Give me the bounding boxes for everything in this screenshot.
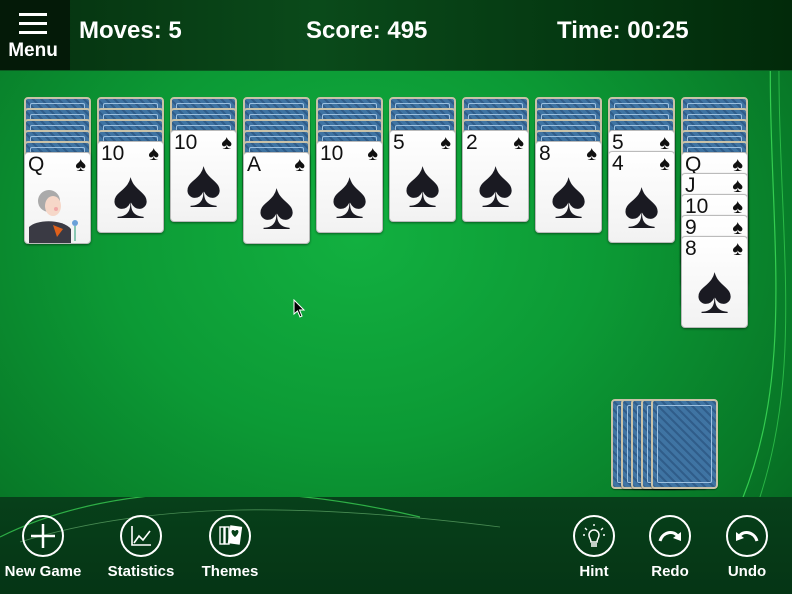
statistics-button[interactable]: Statistics [96,515,186,580]
undo-button[interactable]: Undo [702,515,792,580]
spade-icon: ♠ [75,154,86,176]
undo-label: Undo [727,563,767,580]
chart-icon [131,526,151,546]
playing-card[interactable]: 2 ♠ ♠ [462,130,529,222]
new-game-button[interactable]: New Game [0,515,88,580]
spade-icon: ♠ [331,157,368,233]
spade-icon: ♠ [112,157,149,233]
undo-icon [736,531,759,542]
playing-card[interactable]: A ♠ ♠ [243,152,310,244]
spade-icon: ♠ [185,146,222,222]
spade-icon: ♠ [258,168,295,244]
moves-counter: Moves: 5 [79,17,182,44]
playing-card[interactable]: 10 ♠ ♠ [170,130,237,222]
themes-button[interactable]: Themes [185,515,275,580]
cards-icon [219,525,243,545]
redo-icon [658,531,681,542]
playing-card[interactable]: 10 ♠ ♠ [97,141,164,233]
playing-card[interactable]: 8 ♠ ♠ [535,141,602,233]
stock-card[interactable] [651,399,718,489]
statistics-label: Statistics [107,563,175,580]
spade-icon: ♠ [623,167,660,243]
stock-pile[interactable] [611,399,721,491]
top-bar: Menu Moves: 5 Score: 495 Time: 00:25 [0,0,792,71]
playing-card[interactable]: 4 ♠ ♠ [608,151,675,243]
mouse-cursor-icon [293,299,306,318]
spade-icon: ♠ [404,146,441,222]
new-game-label: New Game [4,563,82,580]
spade-icon: ♠ [477,146,514,222]
queen-portrait [27,179,88,243]
playing-card[interactable]: 8 ♠ ♠ [681,236,748,328]
playing-card[interactable]: 5 ♠ ♠ [389,130,456,222]
lightbulb-icon [583,524,605,547]
plus-icon [31,524,55,548]
playing-card[interactable]: Q ♠ [24,152,91,244]
spade-icon: ♠ [696,252,733,328]
score-display: Score: 495 [306,17,428,44]
timer-display: Time: 00:25 [557,17,689,44]
card-rank: Q [28,153,45,176]
hamburger-icon [19,13,47,40]
spade-icon: ♠ [550,157,587,233]
menu-label: Menu [8,40,58,61]
playing-card[interactable]: 10 ♠ ♠ [316,141,383,233]
themes-label: Themes [201,563,259,580]
menu-button[interactable]: Menu [0,0,70,70]
